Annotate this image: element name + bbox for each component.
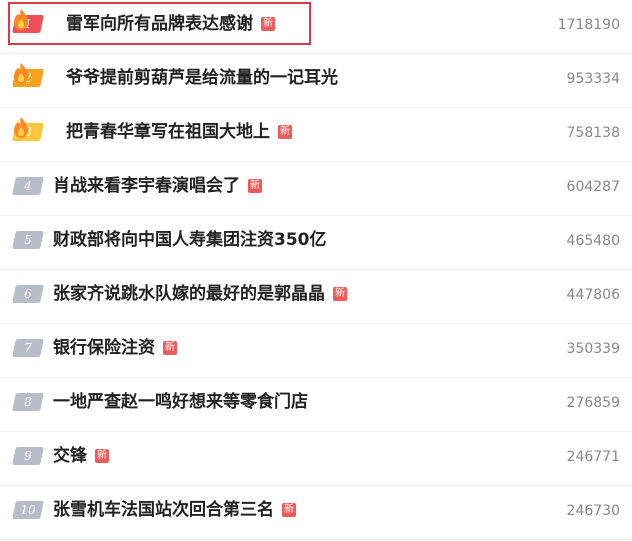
list-item[interactable]: 9 交锋 新 246771 [0,432,632,486]
item-title[interactable]: 雷军向所有品牌表达感谢 新 [66,14,275,34]
list-item[interactable]: 2 爷爷提前剪葫芦是给流量的一记耳光 953334 [0,54,632,108]
heat-count: 1718190 [557,17,620,33]
list-item[interactable]: 5 财政部将向中国人寿集团注资350亿 465480 [0,216,632,270]
item-title-text[interactable]: 财政部将向中国人寿集团注资350亿 [53,230,327,250]
heat-count: 447806 [566,287,620,303]
list-item[interactable]: 7 银行保险注资 新 350339 [0,324,632,378]
item-title[interactable]: 财政部将向中国人寿集团注资350亿 [53,230,327,250]
heat-count: 246730 [566,503,620,519]
rank-number: 6 [24,287,32,301]
new-tag-icon: 新 [248,179,262,193]
heat-count: 276859 [566,395,620,411]
flame-icon [14,9,28,30]
rank-badge: 2 [12,63,44,89]
list-item[interactable]: 10 张雪机车法国站次回合第三名 新 246730 [0,486,632,540]
item-title-text[interactable]: 一地严查赵一鸣好想来等零食门店 [53,392,308,412]
item-title[interactable]: 银行保险注资 新 [53,338,177,358]
heat-count: 465480 [566,233,620,249]
rank-number: 5 [24,233,32,247]
item-title[interactable]: 肖战来看李宇春演唱会了 新 [53,176,262,196]
item-title[interactable]: 一地严查赵一鸣好想来等零食门店 [53,392,308,412]
new-tag-icon: 新 [278,125,292,139]
list-item[interactable]: 8 一地严查赵一鸣好想来等零食门店 276859 [0,378,632,432]
heat-count: 350339 [566,341,620,357]
item-title-text[interactable]: 张家齐说跳水队嫁的最好的是郭晶晶 [53,284,325,304]
rank-badge: 3 [12,117,44,143]
rank-badge: 9 [12,445,44,467]
new-tag-icon: 新 [333,287,347,301]
rank-badge: 7 [12,337,44,359]
list-item[interactable]: 4 肖战来看李宇春演唱会了 新 604287 [0,162,632,216]
list-item[interactable]: 6 张家齐说跳水队嫁的最好的是郭晶晶 新 447806 [0,270,632,324]
rank-badge: 1 [12,9,44,35]
new-tag-icon: 新 [261,17,275,31]
rank-badge: 6 [12,283,44,305]
rank-badge: 4 [12,175,44,197]
heat-count: 246771 [566,449,620,465]
item-title-text[interactable]: 把青春华章写在祖国大地上 [66,122,270,142]
item-title-text[interactable]: 张雪机车法国站次回合第三名 [53,500,274,520]
hot-search-list: 1 雷军向所有品牌表达感谢 新 1718190 2 爷爷提前剪葫芦是给流量的一记… [0,0,632,541]
item-title[interactable]: 交锋 新 [53,446,109,466]
heat-count: 604287 [566,179,620,195]
list-item[interactable]: 1 雷军向所有品牌表达感谢 新 1718190 [0,0,632,54]
item-title-text[interactable]: 银行保险注资 [53,338,155,358]
rank-number: 8 [24,395,32,409]
rank-number: 7 [24,341,32,355]
item-title[interactable]: 爷爷提前剪葫芦是给流量的一记耳光 [66,68,338,88]
rank-number: 9 [24,449,32,463]
new-tag-icon: 新 [163,341,177,355]
item-title[interactable]: 张家齐说跳水队嫁的最好的是郭晶晶 新 [53,284,347,304]
list-item[interactable]: 3 把青春华章写在祖国大地上 新 758138 [0,108,632,162]
rank-number: 4 [24,179,32,193]
rank-number: 10 [20,503,36,517]
item-title-text[interactable]: 肖战来看李宇春演唱会了 [53,176,240,196]
flame-icon [14,63,28,84]
item-title-text[interactable]: 交锋 [53,446,87,466]
rank-badge: 8 [12,391,44,413]
rank-badge: 10 [12,499,44,521]
item-title[interactable]: 张雪机车法国站次回合第三名 新 [53,500,296,520]
item-title-text[interactable]: 雷军向所有品牌表达感谢 [66,14,253,34]
heat-count: 953334 [566,71,620,87]
rank-badge: 5 [12,229,44,251]
item-title[interactable]: 把青春华章写在祖国大地上 新 [66,122,292,142]
new-tag-icon: 新 [282,503,296,517]
item-title-text[interactable]: 爷爷提前剪葫芦是给流量的一记耳光 [66,68,338,88]
heat-count: 758138 [566,125,620,141]
flame-icon [14,117,28,138]
new-tag-icon: 新 [95,449,109,463]
